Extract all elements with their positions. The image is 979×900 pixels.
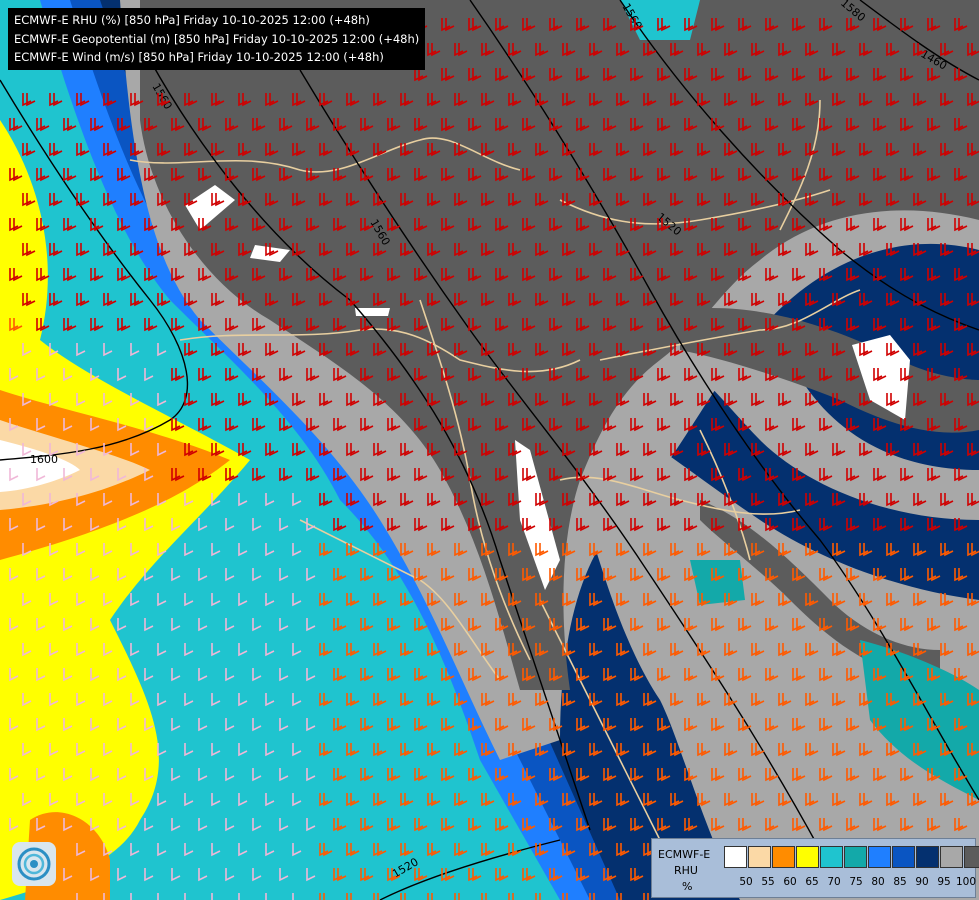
legend-swatch <box>844 846 867 868</box>
legend-tick: 100 <box>955 876 977 888</box>
title-wind: ECMWF-E Wind (m/s) [850 hPa] Friday 10-1… <box>14 50 384 64</box>
legend-model: ECMWF-E <box>658 848 711 861</box>
legend-tick: 85 <box>893 876 907 888</box>
legend-tick: 95 <box>937 876 951 888</box>
legend-tick: 60 <box>783 876 797 888</box>
legend-swatch <box>820 846 843 868</box>
humidity-field <box>0 0 979 900</box>
legend-swatch <box>916 846 939 868</box>
legend-swatch <box>748 846 771 868</box>
legend-variable: RHU <box>674 864 698 877</box>
legend-swatch <box>964 846 979 868</box>
legend-unit: % <box>682 880 693 893</box>
legend-swatch <box>772 846 795 868</box>
legend-swatch <box>892 846 915 868</box>
title-rhu: ECMWF-E RHU (%) [850 hPa] Friday 10-10-2… <box>14 13 370 27</box>
legend-ticks: 50 55 60 65 70 75 80 85 90 95 100 <box>724 876 979 890</box>
legend-swatches <box>724 846 979 868</box>
title-geopotential: ECMWF-E Geopotential (m) [850 hPa] Frida… <box>14 31 420 46</box>
weather-map: 1600 1560 1560 1520 1560 1460 1580 1520 <box>0 0 979 900</box>
legend-swatch <box>868 846 891 868</box>
legend-tick: 75 <box>849 876 863 888</box>
legend-swatch <box>796 846 819 868</box>
legend-tick: 70 <box>827 876 841 888</box>
legend-swatch <box>724 846 747 868</box>
contour-label: 1600 <box>30 453 58 466</box>
ecmwf-swirl-logo-icon <box>12 842 56 886</box>
legend-swatch <box>940 846 963 868</box>
legend-tick: 50 <box>739 876 753 888</box>
map-title-box: ECMWF-E RHU (%) [850 hPa] Friday 10-10-2… <box>8 8 426 70</box>
humidity-legend: ECMWF-E RHU % 50 55 60 65 70 75 80 85 90 95 100 <box>651 838 979 898</box>
legend-tick: 90 <box>915 876 929 888</box>
legend-tick: 65 <box>805 876 819 888</box>
legend-tick: 80 <box>871 876 885 888</box>
legend-tick: 55 <box>761 876 775 888</box>
